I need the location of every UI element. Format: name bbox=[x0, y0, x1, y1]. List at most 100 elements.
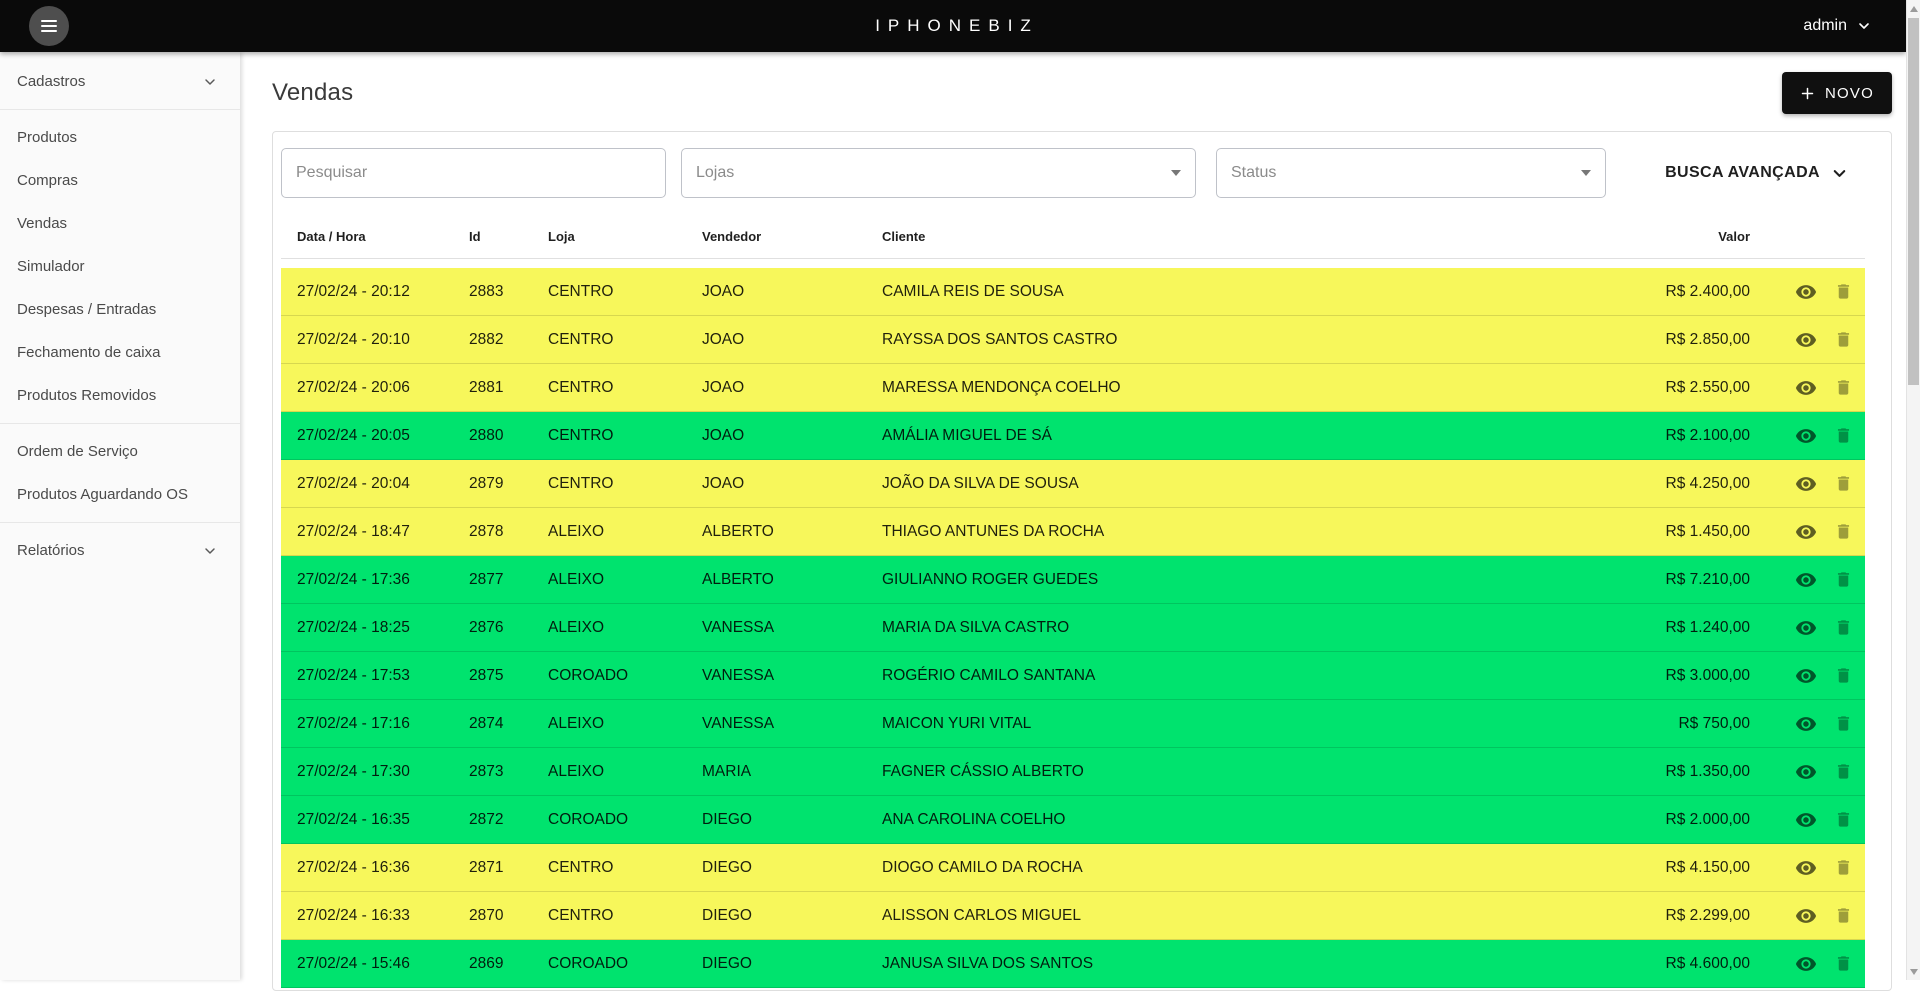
eye-icon bbox=[1795, 425, 1817, 447]
cell-store: ALEIXO bbox=[548, 571, 702, 589]
cell-client: ALISSON CARLOS MIGUEL bbox=[882, 907, 1620, 925]
table-row[interactable]: 27/02/24 - 15:46 2869 COROADO DIEGO JANU… bbox=[281, 940, 1865, 988]
delete-sale-button[interactable] bbox=[1834, 858, 1853, 877]
table-row[interactable]: 27/02/24 - 16:36 2871 CENTRO DIEGO DIOGO… bbox=[281, 844, 1865, 892]
cell-store: ALEIXO bbox=[548, 715, 702, 733]
table-row[interactable]: 27/02/24 - 17:36 2877 ALEIXO ALBERTO GIU… bbox=[281, 556, 1865, 604]
trash-icon bbox=[1834, 666, 1853, 685]
view-sale-button[interactable] bbox=[1795, 377, 1817, 399]
scroll-down-arrow-icon[interactable] bbox=[1907, 964, 1920, 979]
table-row[interactable]: 27/02/24 - 20:04 2879 CENTRO JOAO JOÃO D… bbox=[281, 460, 1865, 508]
view-sale-button[interactable] bbox=[1795, 329, 1817, 351]
eye-icon bbox=[1795, 521, 1817, 543]
sidebar-item-compras[interactable]: Compras bbox=[0, 159, 240, 202]
view-sale-button[interactable] bbox=[1795, 281, 1817, 303]
delete-sale-button[interactable] bbox=[1834, 522, 1853, 541]
delete-sale-button[interactable] bbox=[1834, 666, 1853, 685]
trash-icon bbox=[1834, 858, 1853, 877]
table-row[interactable]: 27/02/24 - 18:47 2878 ALEIXO ALBERTO THI… bbox=[281, 508, 1865, 556]
chevron-down-icon bbox=[202, 74, 218, 90]
sidebar-item-produtos[interactable]: Produtos bbox=[0, 116, 240, 159]
advanced-search-toggle[interactable]: BUSCA AVANÇADA bbox=[1665, 164, 1849, 183]
status-select[interactable]: Status bbox=[1216, 148, 1606, 198]
cell-client: CAMILA REIS DE SOUSA bbox=[882, 283, 1620, 301]
column-header-value: Valor bbox=[1620, 229, 1750, 244]
cell-id: 2882 bbox=[469, 331, 548, 349]
table-row[interactable]: 27/02/24 - 20:10 2882 CENTRO JOAO RAYSSA… bbox=[281, 316, 1865, 364]
view-sale-button[interactable] bbox=[1795, 713, 1817, 735]
sidebar-item-vendas[interactable]: Vendas bbox=[0, 202, 240, 245]
table-row[interactable]: 27/02/24 - 16:35 2872 COROADO DIEGO ANA … bbox=[281, 796, 1865, 844]
delete-sale-button[interactable] bbox=[1834, 330, 1853, 349]
column-header-seller: Vendedor bbox=[702, 229, 882, 244]
sidebar-item-produtos-removidos[interactable]: Produtos Removidos bbox=[0, 374, 240, 417]
scroll-up-arrow-icon[interactable] bbox=[1907, 1, 1920, 16]
delete-sale-button[interactable] bbox=[1834, 474, 1853, 493]
view-sale-button[interactable] bbox=[1795, 521, 1817, 543]
user-menu[interactable]: admin bbox=[1803, 0, 1872, 52]
table-row[interactable]: 27/02/24 - 20:06 2881 CENTRO JOAO MARESS… bbox=[281, 364, 1865, 412]
delete-sale-button[interactable] bbox=[1834, 954, 1853, 973]
cell-datetime: 27/02/24 - 17:30 bbox=[297, 763, 469, 781]
table-row[interactable]: 27/02/24 - 20:05 2880 CENTRO JOAO AMÁLIA… bbox=[281, 412, 1865, 460]
cell-seller: VANESSA bbox=[702, 715, 882, 733]
vertical-scrollbar[interactable] bbox=[1906, 0, 1920, 980]
view-sale-button[interactable] bbox=[1795, 425, 1817, 447]
cell-id: 2876 bbox=[469, 619, 548, 637]
cell-store: COROADO bbox=[548, 811, 702, 829]
delete-sale-button[interactable] bbox=[1834, 618, 1853, 637]
cell-seller: VANESSA bbox=[702, 619, 882, 637]
table-row[interactable]: 27/02/24 - 17:16 2874 ALEIXO VANESSA MAI… bbox=[281, 700, 1865, 748]
cell-client: JANUSA SILVA DOS SANTOS bbox=[882, 955, 1620, 973]
view-sale-button[interactable] bbox=[1795, 617, 1817, 639]
sidebar-item-label: Fechamento de caixa bbox=[17, 344, 160, 361]
sidebar-item-produtos-aguardando-os[interactable]: Produtos Aguardando OS bbox=[0, 473, 240, 516]
sidebar-item-cadastros[interactable]: Cadastros bbox=[0, 60, 240, 103]
eye-icon bbox=[1795, 377, 1817, 399]
eye-icon bbox=[1795, 953, 1817, 975]
delete-sale-button[interactable] bbox=[1834, 378, 1853, 397]
sidebar-item-despesas-entradas[interactable]: Despesas / Entradas bbox=[0, 288, 240, 331]
scrollbar-thumb[interactable] bbox=[1908, 18, 1919, 385]
view-sale-button[interactable] bbox=[1795, 473, 1817, 495]
table-row[interactable]: 27/02/24 - 18:25 2876 ALEIXO VANESSA MAR… bbox=[281, 604, 1865, 652]
sidebar-item-fechamento-de-caixa[interactable]: Fechamento de caixa bbox=[0, 331, 240, 374]
eye-icon bbox=[1795, 665, 1817, 687]
store-select[interactable]: Lojas bbox=[681, 148, 1196, 198]
delete-sale-button[interactable] bbox=[1834, 762, 1853, 781]
table-row[interactable]: 27/02/24 - 17:30 2873 ALEIXO MARIA FAGNE… bbox=[281, 748, 1865, 796]
cell-client: RAYSSA DOS SANTOS CASTRO bbox=[882, 331, 1620, 349]
cell-client: GIULIANNO ROGER GUEDES bbox=[882, 571, 1620, 589]
new-sale-button[interactable]: NOVO bbox=[1782, 72, 1892, 114]
page-title: Vendas bbox=[272, 79, 353, 107]
delete-sale-button[interactable] bbox=[1834, 282, 1853, 301]
sidebar-item-simulador[interactable]: Simulador bbox=[0, 245, 240, 288]
table-row[interactable]: 27/02/24 - 17:53 2875 COROADO VANESSA RO… bbox=[281, 652, 1865, 700]
view-sale-button[interactable] bbox=[1795, 665, 1817, 687]
delete-sale-button[interactable] bbox=[1834, 570, 1853, 589]
cell-id: 2873 bbox=[469, 763, 548, 781]
sidebar-item-ordem-de-servico[interactable]: Ordem de Serviço bbox=[0, 430, 240, 473]
main-content: Vendas NOVO Lojas Status BUSCA AVANÇADA bbox=[240, 52, 1906, 980]
table-row[interactable]: 27/02/24 - 20:12 2883 CENTRO JOAO CAMILA… bbox=[281, 268, 1865, 316]
delete-sale-button[interactable] bbox=[1834, 426, 1853, 445]
delete-sale-button[interactable] bbox=[1834, 714, 1853, 733]
cell-seller: DIEGO bbox=[702, 859, 882, 877]
trash-icon bbox=[1834, 906, 1853, 925]
view-sale-button[interactable] bbox=[1795, 569, 1817, 591]
view-sale-button[interactable] bbox=[1795, 905, 1817, 927]
view-sale-button[interactable] bbox=[1795, 857, 1817, 879]
table-row[interactable]: 27/02/24 - 16:33 2870 CENTRO DIEGO ALISS… bbox=[281, 892, 1865, 940]
chevron-down-icon bbox=[1856, 18, 1872, 34]
cell-client: MARESSA MENDONÇA COELHO bbox=[882, 379, 1620, 397]
view-sale-button[interactable] bbox=[1795, 953, 1817, 975]
sidebar-item-relatorios[interactable]: Relatórios bbox=[0, 529, 240, 572]
sidebar-item-label: Despesas / Entradas bbox=[17, 301, 156, 318]
view-sale-button[interactable] bbox=[1795, 761, 1817, 783]
cell-id: 2870 bbox=[469, 907, 548, 925]
search-input[interactable] bbox=[281, 148, 666, 198]
view-sale-button[interactable] bbox=[1795, 809, 1817, 831]
cell-client: AMÁLIA MIGUEL DE SÁ bbox=[882, 427, 1620, 445]
delete-sale-button[interactable] bbox=[1834, 906, 1853, 925]
delete-sale-button[interactable] bbox=[1834, 810, 1853, 829]
